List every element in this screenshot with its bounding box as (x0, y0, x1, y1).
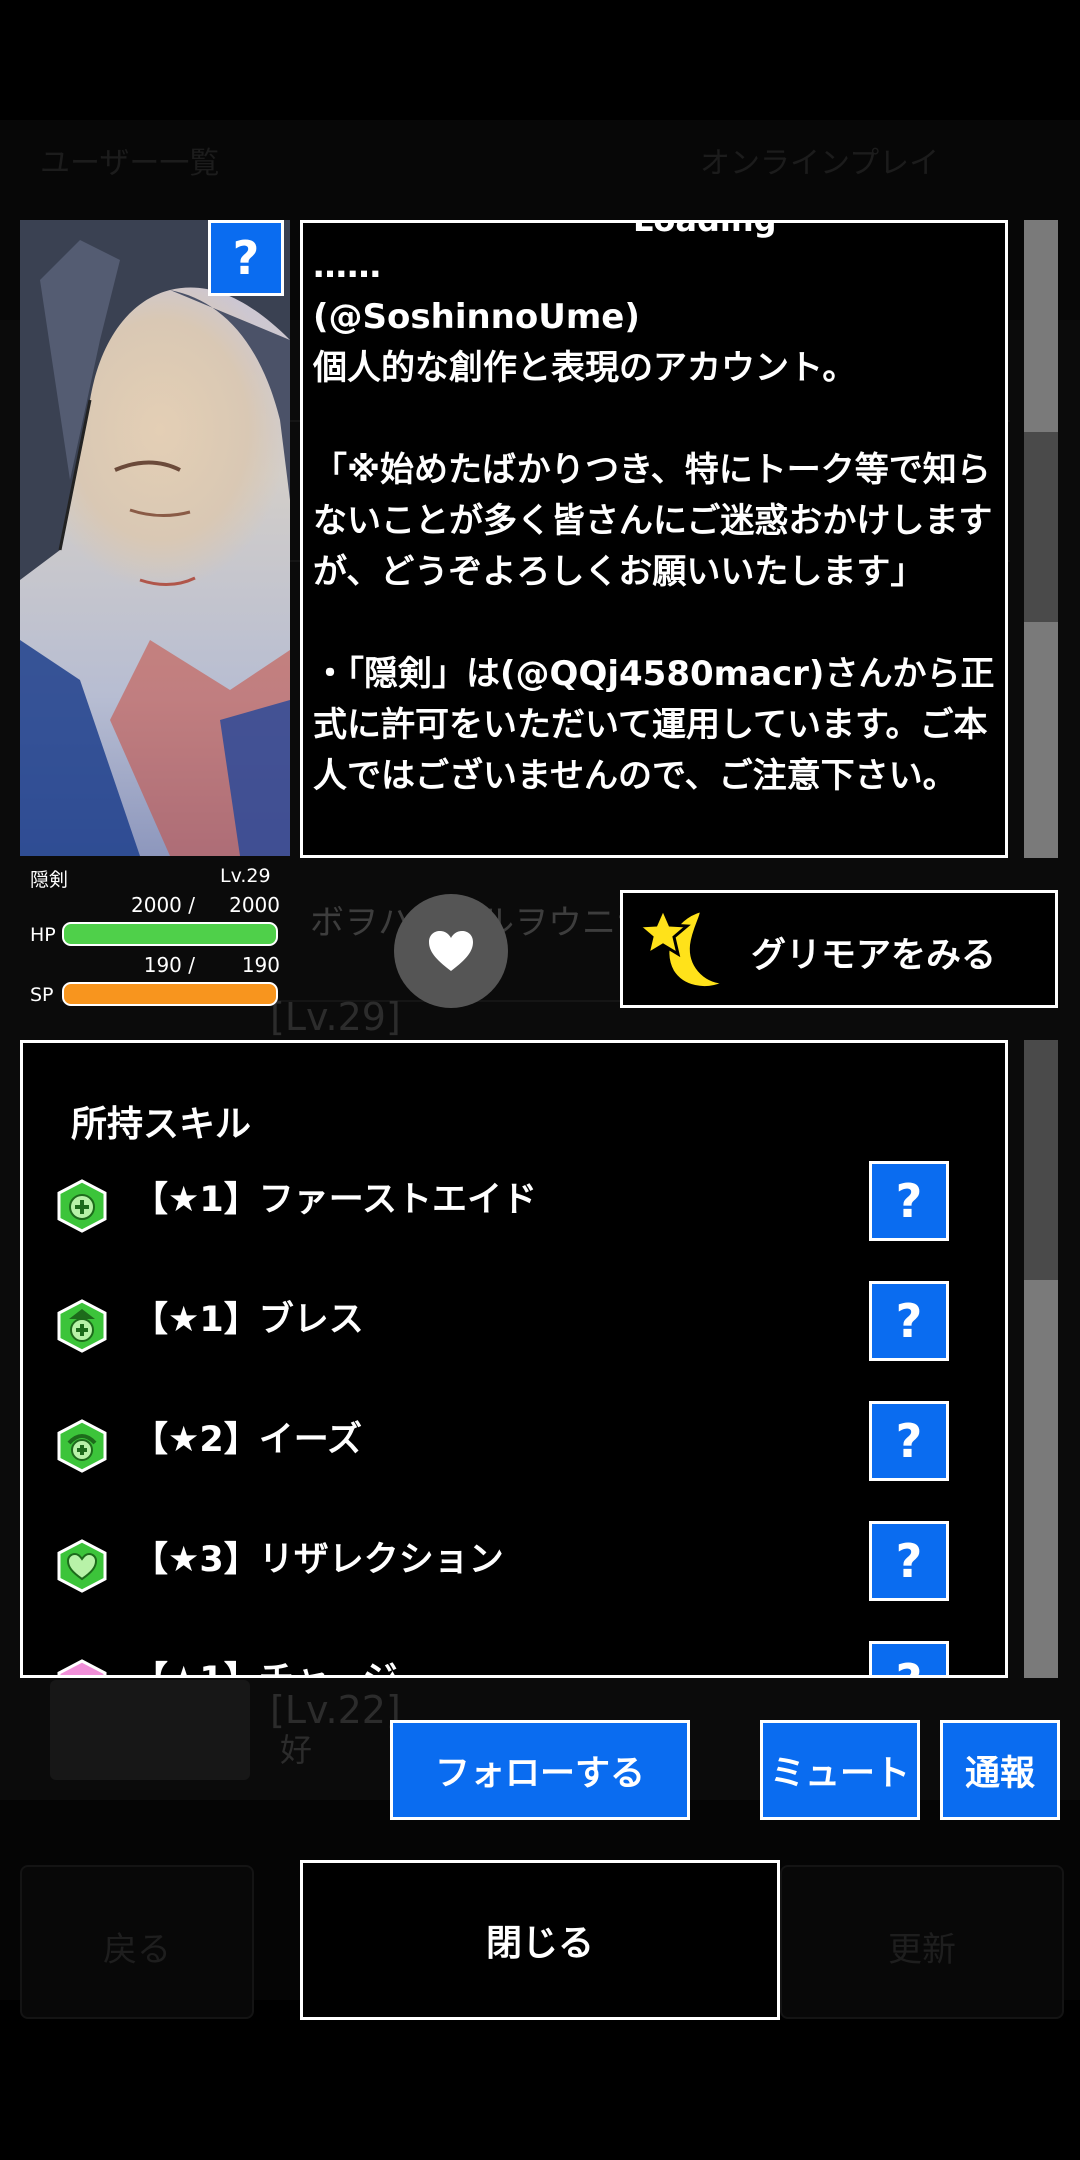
background-back-button: 戻る (20, 1865, 254, 2019)
background-row-like: 好 (280, 1731, 313, 1769)
ease-plus-icon (57, 1419, 107, 1473)
charge-icon (57, 1659, 107, 1675)
profile-text-box[interactable]: Loading …… (@SoshinnoUme) 個人的な創作と表現のアカウン… (300, 220, 1008, 858)
hp-label: HP (30, 924, 56, 946)
resurrection-heart-icon (57, 1539, 107, 1593)
background-header-text: ユーザー一覧 オンラインプレイ (0, 138, 1080, 182)
portrait-help-button[interactable]: ? (208, 220, 284, 296)
mute-button[interactable]: ミュート (760, 1720, 920, 1820)
skill-item: 【★1】ブレス ? (23, 1281, 1005, 1401)
skill-help-button[interactable]: ? (869, 1641, 949, 1675)
skill-help-button[interactable]: ? (869, 1521, 949, 1601)
loading-text: Loading (633, 220, 777, 239)
background-header-right: オンラインプレイ (700, 146, 940, 181)
skill-help-button[interactable]: ? (869, 1161, 949, 1241)
background-back-label: 戻る (103, 1930, 171, 1970)
background-row-avatar (50, 1680, 250, 1780)
like-button[interactable] (394, 894, 508, 1008)
background-refresh-button: 更新 (780, 1865, 1064, 2019)
bless-plus-icon (57, 1299, 107, 1353)
report-button[interactable]: 通報 (940, 1720, 1060, 1820)
character-name: 隠剣 (30, 869, 69, 891)
skills-title: 所持スキル (71, 1104, 252, 1145)
skill-label: 【★1】チャージ (133, 1651, 398, 1675)
heal-plus-icon (57, 1179, 107, 1233)
sp-current: 190 / (143, 953, 195, 977)
profile-description: …… (@SoshinnoUme) 個人的な創作と表現のアカウント。 「※始めた… (313, 246, 995, 796)
sp-max: 190 (241, 953, 280, 977)
skill-label: 【★1】ファーストエイド (133, 1180, 537, 1220)
heart-icon (429, 931, 473, 971)
character-level: Lv.29 (220, 865, 271, 887)
skill-label: 【★1】ブレス (133, 1300, 364, 1340)
skill-item: 【★1】チャージ ? (23, 1641, 1005, 1675)
skill-help-button[interactable]: ? (869, 1281, 949, 1361)
sp-label: SP (30, 984, 54, 1006)
hp-current: 2000 / (131, 893, 195, 917)
star-moon-icon (635, 905, 727, 988)
profile-scrollbar-thumb[interactable] (1024, 432, 1058, 622)
skill-label: 【★3】リザレクション (133, 1540, 504, 1580)
portrait-illustration (20, 220, 290, 856)
background-row-level: [Lv.29] (270, 995, 401, 1039)
skill-label: 【★2】イーズ (133, 1420, 362, 1460)
background-header-left: ユーザー一覧 (40, 146, 220, 181)
hp-bar (62, 922, 278, 946)
skill-item: 【★3】リザレクション ? (23, 1521, 1005, 1641)
sp-bar (62, 982, 278, 1006)
view-grimoire-label: グリモアをみる (751, 936, 997, 976)
skill-help-button[interactable]: ? (869, 1401, 949, 1481)
skills-panel[interactable]: 所持スキル 【★1】ファーストエイド ? 【★1】ブレス ? 【★2】イーズ ? (20, 1040, 1008, 1678)
skill-item: 【★2】イーズ ? (23, 1401, 1005, 1521)
character-portrait (20, 220, 290, 856)
view-grimoire-button[interactable]: グリモアをみる (620, 890, 1058, 1008)
hp-max: 2000 (229, 893, 280, 917)
skills-scrollbar-thumb[interactable] (1024, 1040, 1058, 1280)
close-button[interactable]: 閉じる (300, 1860, 780, 2020)
skill-item: 【★1】ファーストエイド ? (23, 1161, 1005, 1281)
follow-button[interactable]: フォローする (390, 1720, 690, 1820)
background-refresh-label: 更新 (888, 1930, 956, 1970)
